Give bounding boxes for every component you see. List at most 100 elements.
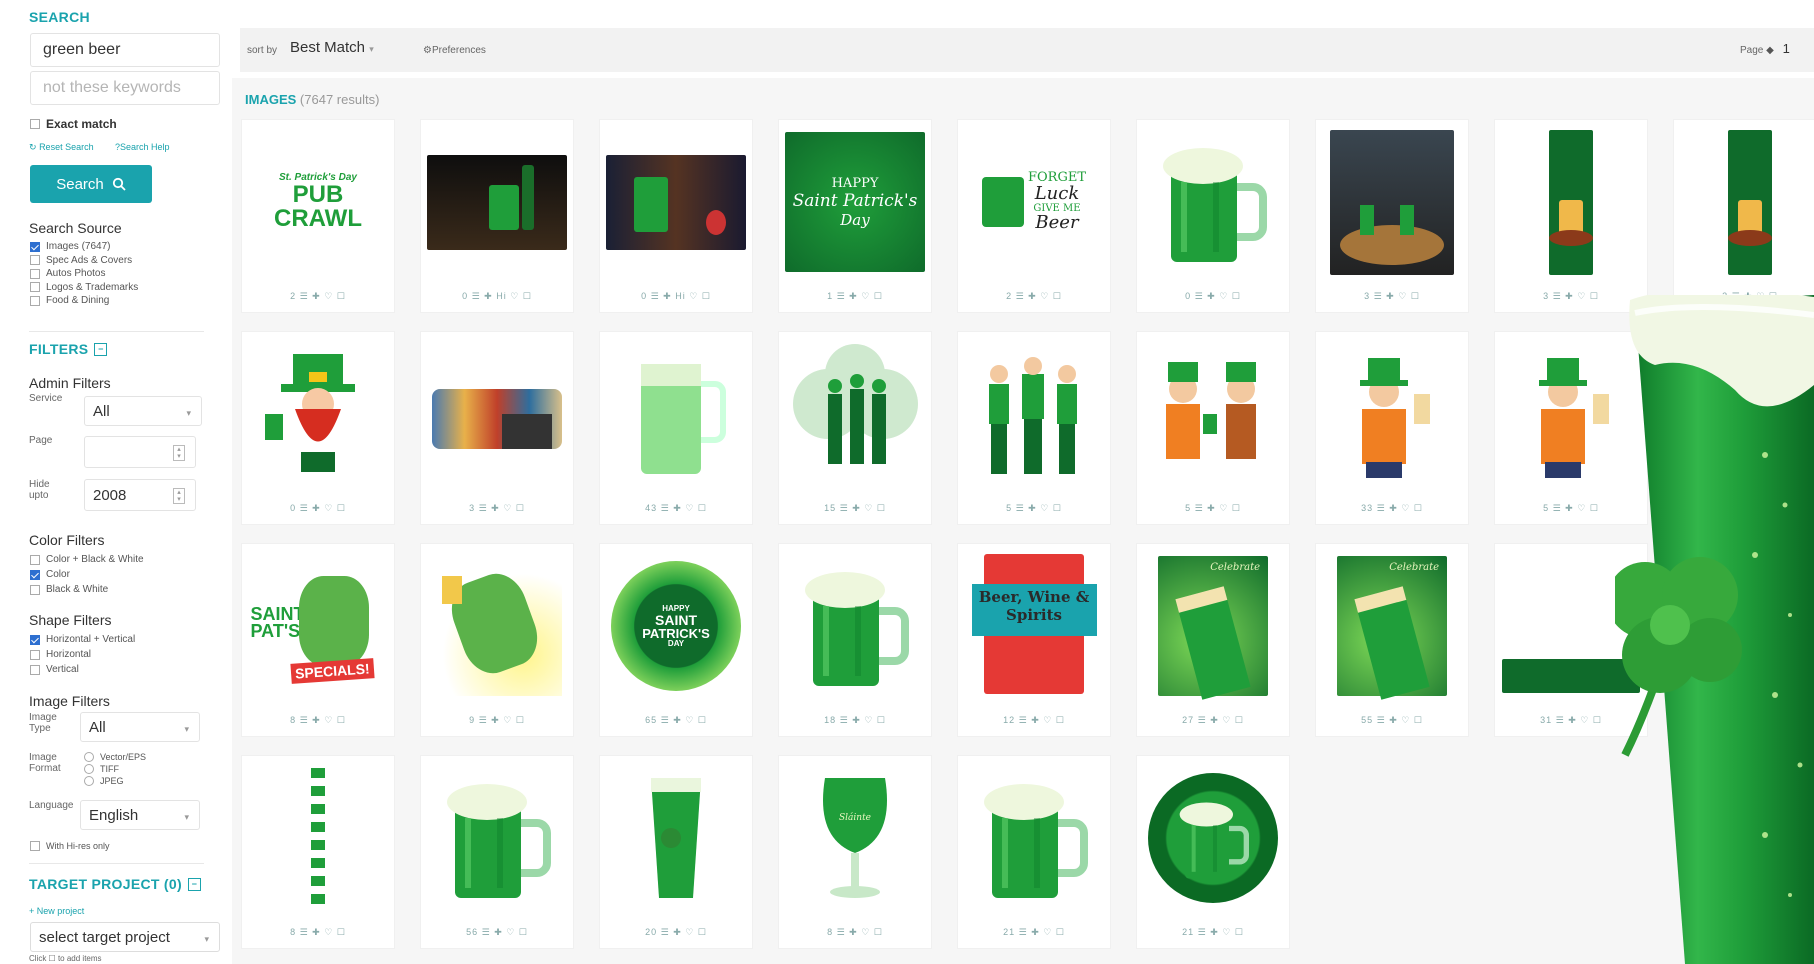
image-thumbnail[interactable] <box>606 126 746 278</box>
image-thumbnail[interactable] <box>964 762 1104 914</box>
source-option[interactable]: Logos & Trademarks <box>30 282 138 293</box>
card-actions[interactable]: 3 ☰ ✚ ♡ ☐ <box>1316 291 1468 302</box>
image-card[interactable]: HAPPY SAINT PATRICK'S DAY 65 ☰ ✚ ♡ ☐ <box>600 544 752 736</box>
source-option[interactable]: Autos Photos <box>30 268 105 279</box>
checkbox-box[interactable] <box>30 119 40 129</box>
checkbox-box[interactable] <box>30 584 40 595</box>
image-card[interactable]: Beer, Wine & Spirits 12 ☰ ✚ ♡ ☐ <box>958 544 1110 736</box>
image-thumbnail[interactable] <box>1143 762 1283 914</box>
card-actions[interactable]: 5 ☰ ✚ ♡ ☐ <box>1137 503 1289 514</box>
image-card[interactable]: 21 ☰ ✚ ♡ ☐ <box>958 756 1110 948</box>
radio-circle[interactable] <box>84 776 94 786</box>
card-actions[interactable]: 65 ☰ ✚ ♡ ☐ <box>600 715 752 726</box>
color-filter-option[interactable]: Color <box>30 569 70 580</box>
image-card[interactable]: SAINT PAT'S SPECIALS! 8 ☰ ✚ ♡ ☐ <box>242 544 394 736</box>
image-card[interactable]: 3 ☰ ✚ ♡ ☐ <box>1316 120 1468 312</box>
hide-upto-input[interactable]: 2008 ▴ ▾ <box>84 479 196 511</box>
language-select[interactable]: English ▾ <box>80 800 200 830</box>
new-project-link[interactable]: + New project <box>29 906 84 916</box>
exclude-keywords-input[interactable] <box>30 71 220 105</box>
card-actions[interactable]: 1 ☰ ✚ ♡ ☐ <box>779 291 931 302</box>
image-card[interactable]: 56 ☰ ✚ ♡ ☐ <box>421 756 573 948</box>
card-actions[interactable]: 20 ☰ ✚ ♡ ☐ <box>600 927 752 938</box>
card-actions[interactable]: 0 ☰ ✚ ♡ ☐ <box>1137 291 1289 302</box>
card-actions[interactable]: 33 ☰ ✚ ♡ ☐ <box>1316 503 1468 514</box>
card-actions[interactable]: 12 ☰ ✚ ♡ ☐ <box>958 715 1110 726</box>
checkbox-box[interactable] <box>30 268 40 279</box>
checkbox-box[interactable] <box>30 241 40 252</box>
hires-checkbox[interactable]: With Hi-res only <box>30 841 110 851</box>
checkbox-box[interactable] <box>30 282 40 292</box>
image-thumbnail[interactable] <box>427 762 567 914</box>
shape-filter-option[interactable]: Horizontal + Vertical <box>30 634 135 645</box>
color-filter-option[interactable]: Color + Black & White <box>30 554 144 565</box>
page-input[interactable]: ▴ ▾ <box>84 436 196 468</box>
collapse-icon[interactable]: − <box>187 877 201 891</box>
checkbox-box[interactable] <box>30 841 40 851</box>
checkbox-box[interactable] <box>30 664 40 675</box>
image-card[interactable]: 3 ☰ ✚ ♡ ☐ <box>421 332 573 524</box>
card-actions[interactable]: 2 ☰ ✚ ♡ ☐ <box>958 291 1110 302</box>
image-thumbnail[interactable]: HAPPY SAINT PATRICK'S DAY <box>606 550 746 702</box>
image-thumbnail[interactable] <box>606 338 746 490</box>
card-actions[interactable]: 0 ☰ ✚ ♡ ☐ <box>242 503 394 514</box>
source-option[interactable]: Food & Dining <box>30 295 109 306</box>
source-option[interactable]: Images (7647) <box>30 241 110 252</box>
format-option[interactable]: TIFF <box>84 764 119 774</box>
image-thumbnail[interactable] <box>427 338 567 490</box>
image-card[interactable]: 0 ☰ ✚ Hi ♡ ☐ <box>421 120 573 312</box>
card-actions[interactable]: 9 ☰ ✚ ♡ ☐ <box>421 715 573 726</box>
card-actions[interactable]: 0 ☰ ✚ Hi ♡ ☐ <box>600 291 752 302</box>
image-card[interactable]: 3 ☰ ✚ ♡ ☐ <box>1495 120 1647 312</box>
card-actions[interactable]: 8 ☰ ✚ ♡ ☐ <box>242 715 394 726</box>
checkbox-box[interactable] <box>30 295 40 306</box>
shape-filter-option[interactable]: Vertical <box>30 664 79 675</box>
image-card[interactable]: 15 ☰ ✚ ♡ ☐ <box>779 332 931 524</box>
image-thumbnail[interactable]: Celebrate <box>1143 550 1283 702</box>
checkbox-box[interactable] <box>30 649 40 660</box>
checkbox-box[interactable] <box>30 569 40 580</box>
card-actions[interactable]: 15 ☰ ✚ ♡ ☐ <box>779 503 931 514</box>
card-actions[interactable]: 21 ☰ ✚ ♡ ☐ <box>1137 927 1289 938</box>
checkbox-box[interactable] <box>30 554 40 565</box>
source-option[interactable]: Spec Ads & Covers <box>30 255 132 266</box>
radio-circle[interactable] <box>84 752 94 762</box>
image-thumbnail[interactable]: Beer, Wine & Spirits <box>964 550 1104 702</box>
card-actions[interactable]: 27 ☰ ✚ ♡ ☐ <box>1137 715 1289 726</box>
image-card[interactable]: Sláinte 8 ☰ ✚ ♡ ☐ <box>779 756 931 948</box>
image-thumbnail[interactable] <box>1143 126 1283 278</box>
image-thumbnail[interactable] <box>1501 126 1641 278</box>
card-actions[interactable]: 2 ☰ ✚ ♡ ☐ <box>242 291 394 302</box>
image-card[interactable]: Celebrate 55 ☰ ✚ ♡ ☐ <box>1316 544 1468 736</box>
image-card[interactable]: 9 ☰ ✚ ♡ ☐ <box>421 544 573 736</box>
image-card[interactable]: 0 ☰ ✚ ♡ ☐ <box>1137 120 1289 312</box>
prev-page-icon[interactable]: ◆ <box>1766 45 1774 56</box>
image-thumbnail[interactable] <box>248 338 388 490</box>
sort-select[interactable]: Best Match ▾ <box>290 39 374 56</box>
card-actions[interactable]: 8 ☰ ✚ ♡ ☐ <box>779 927 931 938</box>
card-actions[interactable]: 18 ☰ ✚ ♡ ☐ <box>779 715 931 726</box>
collapse-icon[interactable]: − <box>94 342 108 356</box>
image-thumbnail[interactable]: St. Patrick's Day PUB CRAWL <box>248 126 388 278</box>
reset-search-link[interactable]: ↻ Reset Search <box>29 142 94 153</box>
image-card[interactable]: 43 ☰ ✚ ♡ ☐ <box>600 332 752 524</box>
image-type-select[interactable]: All ▾ <box>80 712 200 742</box>
image-thumbnail[interactable] <box>785 550 925 702</box>
image-card[interactable]: 33 ☰ ✚ ♡ ☐ <box>1316 332 1468 524</box>
target-project-select[interactable]: select target project ▾ <box>30 922 220 952</box>
exact-match-checkbox[interactable]: Exact match <box>30 117 117 131</box>
image-thumbnail[interactable] <box>785 338 925 490</box>
card-actions[interactable]: 21 ☰ ✚ ♡ ☐ <box>958 927 1110 938</box>
image-card[interactable]: 20 ☰ ✚ ♡ ☐ <box>600 756 752 948</box>
image-thumbnail[interactable] <box>1143 338 1283 490</box>
color-filter-option[interactable]: Black & White <box>30 584 108 595</box>
image-card[interactable]: 21 ☰ ✚ ♡ ☐ <box>1137 756 1289 948</box>
image-thumbnail[interactable] <box>427 126 567 278</box>
image-card[interactable]: HAPPY Saint Patrick's Day 1 ☰ ✚ ♡ ☐ <box>779 120 931 312</box>
image-card[interactable]: 8 ☰ ✚ ♡ ☐ <box>242 756 394 948</box>
image-card[interactable]: 5 ☰ ✚ ♡ ☐ <box>1137 332 1289 524</box>
image-card[interactable]: St. Patrick's Day PUB CRAWL 2 ☰ ✚ ♡ ☐ <box>242 120 394 312</box>
filters-heading[interactable]: FILTERS − <box>29 341 108 357</box>
search-input[interactable] <box>30 33 220 67</box>
card-actions[interactable]: 0 ☰ ✚ Hi ♡ ☐ <box>421 291 573 302</box>
